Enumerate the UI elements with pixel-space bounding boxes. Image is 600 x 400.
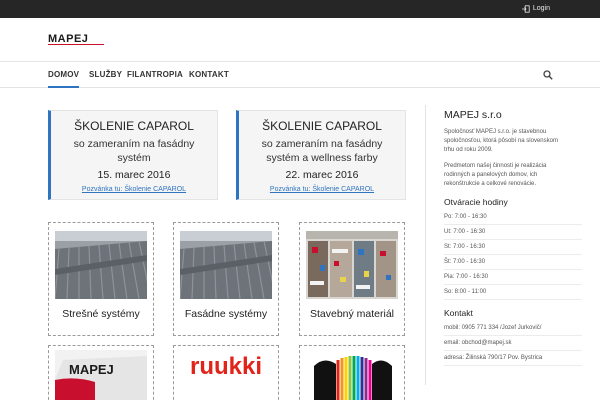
search-icon[interactable]	[543, 70, 553, 80]
sidebar: MAPEJ s.r.o Spoločnosť MAPEJ s.r.o. je s…	[425, 105, 585, 385]
tile-caption: Strešné systémy	[62, 308, 140, 320]
promo-date: 15. marec 2016	[97, 169, 171, 181]
mapej-car-image: MAPEJ	[55, 350, 147, 400]
tile-stavebny-material[interactable]: Stavebný materiál	[299, 222, 405, 336]
contact-heading: Kontakt	[444, 308, 473, 318]
tile-mapej-brand[interactable]: MAPEJ	[48, 345, 154, 400]
tile-colors[interactable]	[299, 345, 405, 400]
hours-row: St: 7:00 - 16:30	[444, 240, 582, 255]
tile-ruukki[interactable]: ruukki	[173, 345, 279, 400]
hours-row: Št: 7:00 - 16:30	[444, 255, 582, 270]
contact-email[interactable]: email: obchod@mapej.sk	[444, 336, 582, 351]
login-icon	[521, 5, 530, 13]
hours-row: Pia: 7:00 - 16:30	[444, 270, 582, 285]
promo-caparol-2: ŠKOLENIE CAPAROL so zameraním na fasádny…	[236, 110, 406, 200]
ruukki-logo: ruukki	[180, 350, 272, 400]
color-stripes-image	[306, 350, 398, 400]
promo-subtitle: so zameraním na fasádny systém	[73, 138, 195, 164]
promo-subtitle: so zameraním na fasádny systém a wellnes…	[261, 138, 383, 164]
facade-image	[180, 231, 272, 299]
login-label: Login	[532, 5, 550, 12]
contact-phone[interactable]: mobil: 0905 771 334 /Jozef Jurkovič/	[444, 321, 582, 336]
tile-fasadne-systemy[interactable]: Fasádne systémy	[173, 222, 279, 336]
header: MAPEJ	[0, 18, 600, 62]
main-nav: DOMOV SLUŽBY FILANTROPIA KONTAKT	[0, 62, 600, 88]
roof-image	[55, 231, 147, 299]
top-bar: Login	[0, 0, 600, 18]
sidebar-title: MAPEJ s.r.o	[444, 109, 502, 121]
nav-item-kontakt[interactable]: KONTAKT	[189, 62, 229, 88]
promo-title: ŠKOLENIE CAPAROL	[262, 119, 382, 133]
main-content: ŠKOLENIE CAPAROL so zameraním na fasádny…	[0, 89, 600, 400]
nav-item-sluzby[interactable]: SLUŽBY	[89, 62, 122, 88]
svg-text:ruukki: ruukki	[190, 353, 262, 380]
hours-row: Ut: 7:00 - 16:30	[444, 225, 582, 240]
hours-row: So: 8:00 - 11:00	[444, 285, 582, 300]
svg-text:MAPEJ: MAPEJ	[69, 362, 114, 377]
about-paragraph-2: Predmetom našej činnosti je realizácia r…	[444, 163, 547, 187]
contact-address: adresa: Žilinská 790/17 Pov. Bystrica	[444, 351, 582, 366]
promo-caparol-1: ŠKOLENIE CAPAROL so zameraním na fasádny…	[48, 110, 218, 200]
tile-caption: Stavebný materiál	[309, 308, 395, 320]
tile-stresne-systemy[interactable]: Strešné systémy	[48, 222, 154, 336]
tile-caption: Fasádne systémy	[184, 308, 268, 320]
promo-title: ŠKOLENIE CAPAROL	[74, 119, 194, 133]
hours-row: Po: 7:00 - 16:30	[444, 210, 582, 225]
login-link[interactable]: Login	[521, 3, 550, 15]
promo-link[interactable]: Pozvánka tu: Školenie CAPAROL	[239, 185, 405, 194]
nav-item-domov[interactable]: DOMOV	[48, 62, 80, 88]
svg-text:MAPEJ: MAPEJ	[48, 33, 88, 45]
promo-date: 22. marec 2016	[285, 169, 359, 181]
hours-heading: Otváracie hodiny	[444, 197, 508, 207]
nav-item-filantropia[interactable]: FILANTROPIA	[127, 62, 183, 88]
mapej-logo[interactable]: MAPEJ	[48, 31, 104, 47]
store-shelves-image	[306, 231, 398, 299]
about-paragraph-1: Spoločnosť MAPEJ s.r.o. je stavebnou spo…	[444, 129, 558, 153]
promo-link[interactable]: Pozvánka tu: Školenie CAPAROL	[51, 185, 217, 194]
